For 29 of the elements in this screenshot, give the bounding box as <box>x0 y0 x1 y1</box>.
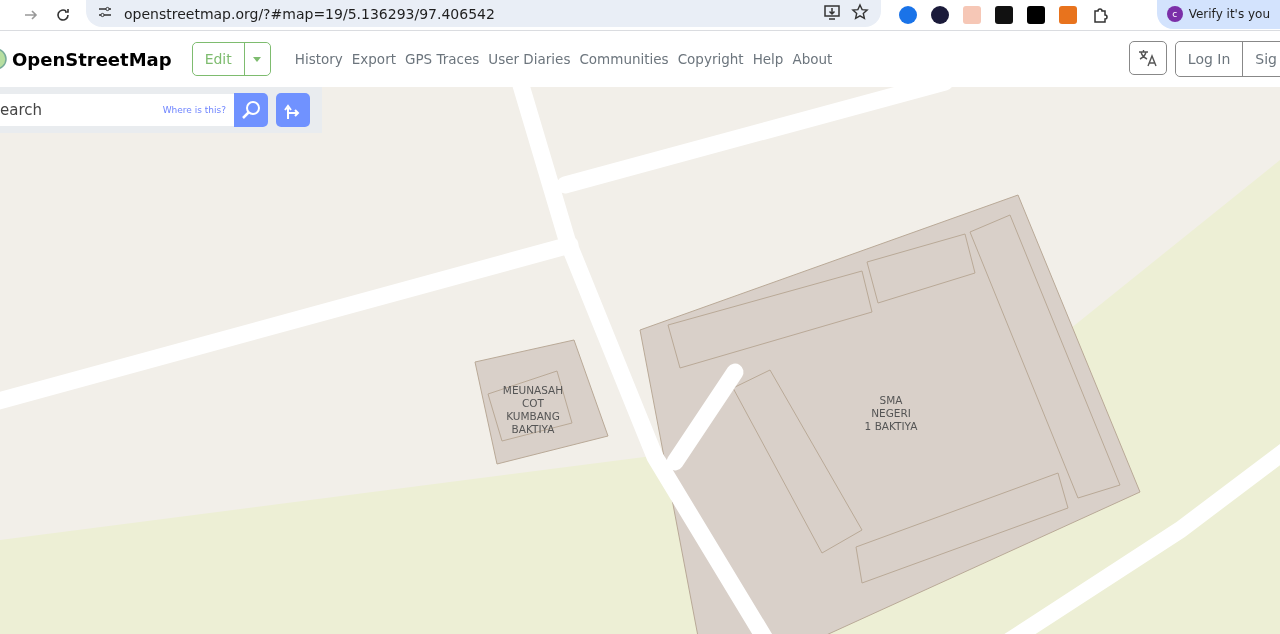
profile-button[interactable]: c Verify it's you <box>1156 0 1280 29</box>
nav-link[interactable]: GPS Traces <box>405 51 480 67</box>
place-label: SMA NEGERI 1 BAKTIYA <box>864 393 918 433</box>
brand-link[interactable]: OpenStreetMap <box>0 47 172 71</box>
star-icon[interactable] <box>851 3 869 21</box>
nav-link[interactable]: Communities <box>579 51 669 67</box>
install-icon[interactable] <box>823 3 841 21</box>
where-is-this-link[interactable]: Where is this? <box>162 105 226 115</box>
place-label: MEUNASAH COT KUMBANG BAKTIYA <box>502 384 564 436</box>
nav-link[interactable]: Help <box>752 51 784 67</box>
nav-link[interactable]: User Diaries <box>488 51 571 67</box>
reload-icon[interactable] <box>54 6 72 24</box>
language-button[interactable] <box>1128 41 1167 75</box>
directions-button[interactable] <box>276 93 310 127</box>
nav-link[interactable]: About <box>792 51 833 67</box>
avatar-icon: c <box>1166 6 1183 22</box>
nav-link[interactable]: Copyright <box>677 51 744 67</box>
puzzle-icon[interactable] <box>1091 6 1109 24</box>
search-button[interactable] <box>234 93 268 127</box>
map[interactable]: MEUNASAH COT KUMBANG BAKTIYA SMA NEGERI 1 BAKTIYA earch Where is this? <box>0 87 1280 634</box>
nav-link[interactable]: History <box>294 51 343 67</box>
extension-icon[interactable] <box>931 6 949 24</box>
url-text: openstreetmap.org/?#map=19/5.136293/97.406542 <box>124 5 496 22</box>
address-bar[interactable]: openstreetmap.org/?#map=19/5.136293/97.406542 <box>86 0 881 27</box>
translate-icon <box>1136 48 1159 68</box>
search-field[interactable]: earch Where is this? <box>0 94 268 126</box>
caret-icon <box>253 56 262 62</box>
nav-link[interactable]: Export <box>351 51 396 67</box>
search-icon <box>240 99 262 121</box>
